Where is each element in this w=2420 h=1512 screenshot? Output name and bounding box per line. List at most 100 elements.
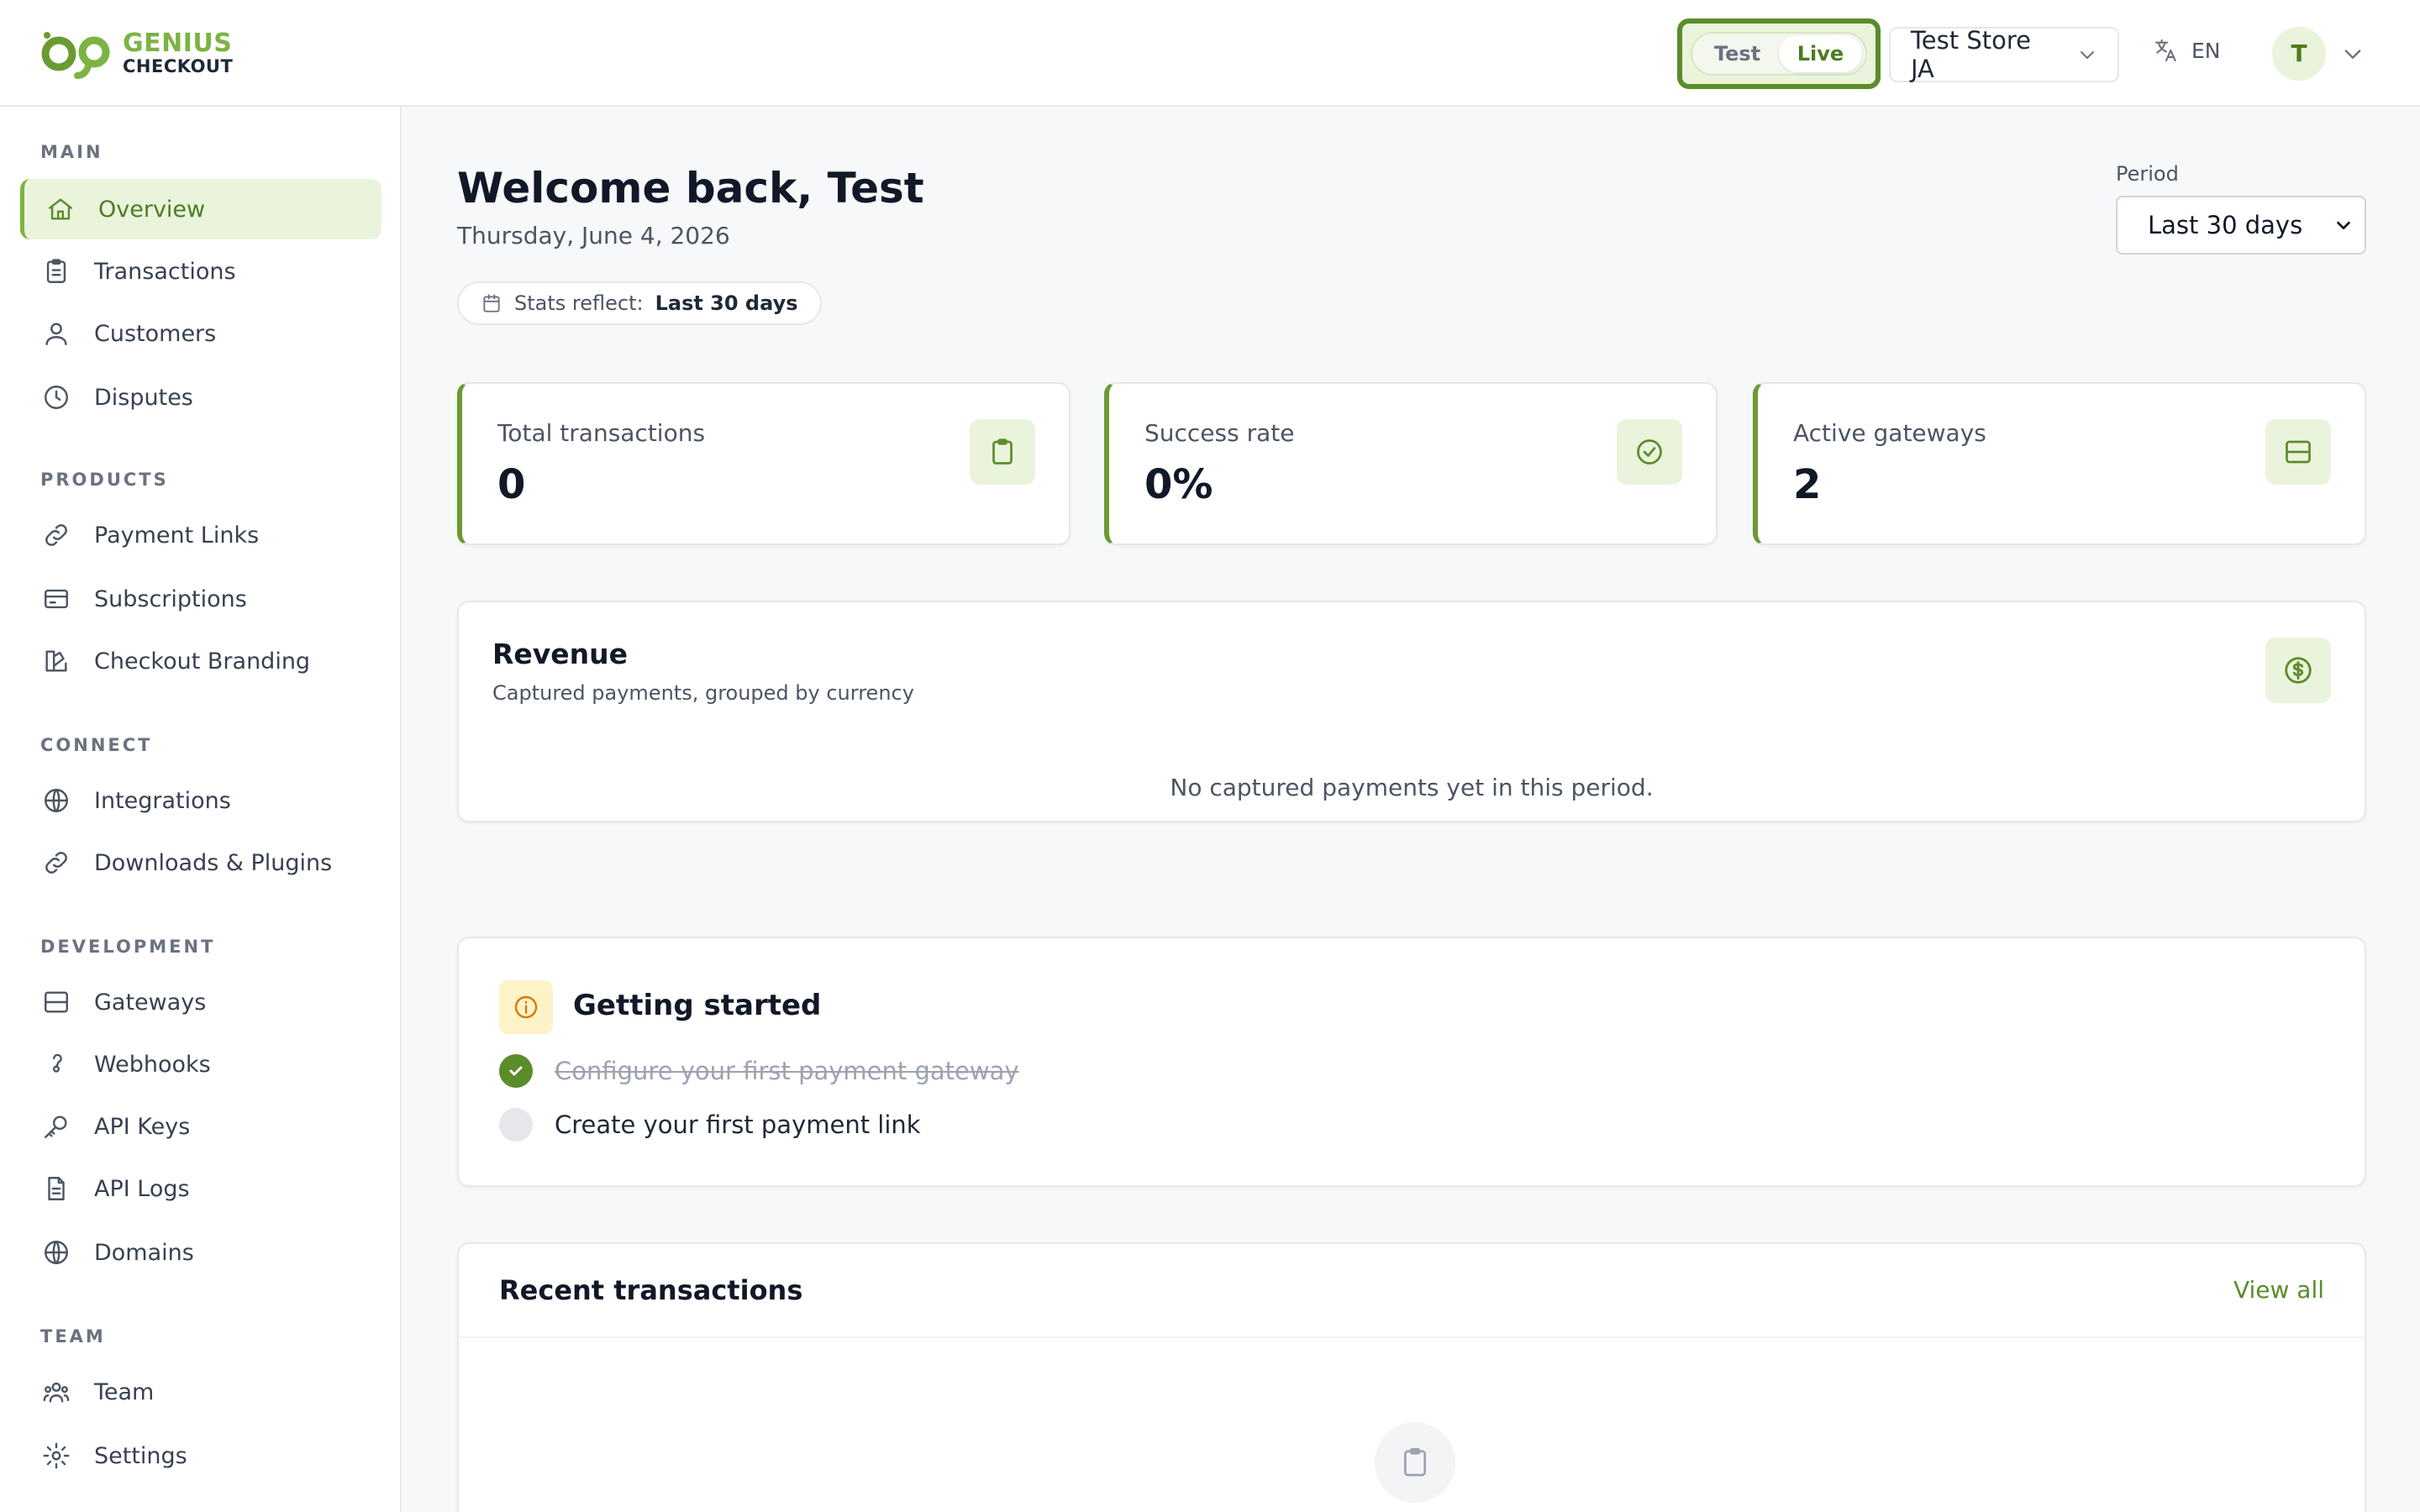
sidebar: MAIN Overview Transactions Customers Dis… xyxy=(0,107,402,1512)
mode-toggle[interactable]: Test Live xyxy=(1691,32,1867,76)
stat-label: Active gateways xyxy=(1793,419,1986,447)
stat-value: 2 xyxy=(1793,461,1822,508)
check-icon xyxy=(509,1066,523,1076)
sidebar-item-disputes[interactable]: Disputes xyxy=(20,367,381,428)
main-content: Welcome back, Test Thursday, June 4, 202… xyxy=(402,107,2420,1512)
stats-pill-prefix: Stats reflect: xyxy=(514,291,644,315)
info-icon xyxy=(514,995,538,1019)
revenue-card: Revenue Captured payments, grouped by cu… xyxy=(457,601,2366,822)
webhook-icon xyxy=(52,1053,62,1073)
view-all-link[interactable]: View all xyxy=(2233,1276,2324,1304)
calendar-icon xyxy=(483,294,500,312)
mode-toggle-wrapper: Test Live xyxy=(1677,18,1881,89)
user-avatar[interactable]: T xyxy=(2272,27,2326,81)
stat-value: 0 xyxy=(497,461,526,508)
link-icon xyxy=(45,852,67,874)
stat-value: 0% xyxy=(1144,461,1213,508)
period-select-value: Last 30 days xyxy=(2148,211,2303,239)
sidebar-item-gateways[interactable]: Gateways xyxy=(20,972,381,1032)
sidebar-section-connect: CONNECT xyxy=(40,735,153,755)
sidebar-item-downloads-plugins[interactable]: Downloads & Plugins xyxy=(20,832,381,893)
sidebar-item-payment-links[interactable]: Payment Links xyxy=(20,505,381,565)
revenue-empty-message: No captured payments yet in this period. xyxy=(1170,774,1654,801)
sidebar-item-webhooks[interactable]: Webhooks xyxy=(20,1034,381,1095)
sidebar-section-team: TEAM xyxy=(40,1326,106,1347)
stats-period-badge: Stats reflect: Last 30 days xyxy=(457,281,822,325)
step-label: Configure your first payment gateway xyxy=(555,1057,1019,1085)
sidebar-item-label: Webhooks xyxy=(94,1051,211,1078)
period-select[interactable]: Last 30 days xyxy=(2116,196,2366,255)
sidebar-item-label: Overview xyxy=(98,196,206,223)
sidebar-item-subscriptions[interactable]: Subscriptions xyxy=(20,569,381,629)
palette-icon xyxy=(45,650,67,672)
divider xyxy=(459,1336,2365,1338)
mode-option-live[interactable]: Live xyxy=(1779,35,1862,72)
sidebar-item-label: Payment Links xyxy=(94,522,260,549)
revenue-subtitle: Captured payments, grouped by currency xyxy=(492,681,914,705)
sidebar-item-integrations[interactable]: Integrations xyxy=(20,770,381,831)
clipboard-icon xyxy=(1404,1447,1426,1477)
sidebar-item-api-logs[interactable]: API Logs xyxy=(20,1158,381,1219)
getting-started-step[interactable]: Configure your first payment gateway xyxy=(499,1054,1019,1088)
sidebar-item-overview[interactable]: Overview xyxy=(20,179,381,239)
sidebar-item-customers[interactable]: Customers xyxy=(20,303,381,364)
language-label: EN xyxy=(2191,38,2221,63)
recent-transactions-title: Recent transactions xyxy=(499,1274,803,1306)
card-icon xyxy=(45,589,68,609)
chevron-down-icon xyxy=(2081,51,2095,59)
chevron-down-icon xyxy=(2337,221,2350,230)
sidebar-item-label: Subscriptions xyxy=(94,585,247,612)
sidebar-item-checkout-branding[interactable]: Checkout Branding xyxy=(20,631,381,691)
server-icon xyxy=(2286,440,2311,464)
getting-started-step[interactable]: Create your first payment link xyxy=(499,1108,921,1142)
sidebar-item-label: API Logs xyxy=(94,1175,190,1202)
language-selector[interactable]: EN xyxy=(2153,37,2221,64)
globe-icon xyxy=(45,789,68,812)
file-icon xyxy=(48,1177,65,1200)
key-icon xyxy=(45,1116,67,1138)
recent-transactions-card: Recent transactions View all xyxy=(457,1242,2366,1512)
sidebar-item-team[interactable]: Team xyxy=(20,1362,381,1422)
team-icon xyxy=(43,1382,70,1403)
sidebar-item-label: Gateways xyxy=(94,989,207,1016)
current-date: Thursday, June 4, 2026 xyxy=(457,222,730,249)
clipboard-icon xyxy=(992,438,1013,465)
dollar-icon xyxy=(2285,657,2312,684)
sidebar-item-label: Disputes xyxy=(94,384,193,411)
sidebar-item-api-keys[interactable]: API Keys xyxy=(20,1096,381,1157)
server-icon xyxy=(45,991,68,1013)
clock-icon xyxy=(45,386,68,409)
logo[interactable]: GENIUS CHECKOUT xyxy=(40,27,233,79)
home-icon xyxy=(49,198,72,220)
logo-text-genius: GENIUS xyxy=(123,28,233,58)
store-selector-label: Test Store JA xyxy=(1911,26,2031,83)
revenue-title: Revenue xyxy=(492,638,629,670)
sidebar-item-label: Downloads & Plugins xyxy=(94,849,333,876)
mode-option-test[interactable]: Test xyxy=(1696,35,1779,72)
gear-icon xyxy=(43,1442,70,1469)
link-icon xyxy=(45,524,67,546)
sidebar-item-transactions[interactable]: Transactions xyxy=(20,241,381,302)
store-selector[interactable]: Test Store JA xyxy=(1889,26,2119,83)
sidebar-item-label: API Keys xyxy=(94,1113,191,1140)
step-label: Create your first payment link xyxy=(555,1110,921,1139)
sidebar-item-settings[interactable]: Settings xyxy=(20,1425,381,1486)
page-title: Welcome back, Test xyxy=(457,164,924,213)
sidebar-section-main: MAIN xyxy=(40,142,103,162)
sidebar-item-label: Transactions xyxy=(94,258,236,285)
pending-step-indicator xyxy=(499,1108,533,1142)
getting-started-card: Getting started Configure your first pay… xyxy=(457,937,2366,1187)
sidebar-section-products: PRODUCTS xyxy=(40,470,169,490)
sidebar-item-label: Settings xyxy=(94,1442,187,1469)
translate-icon xyxy=(2154,39,2176,62)
stat-label: Success rate xyxy=(1144,419,1295,447)
sidebar-section-development: DEVELOPMENT xyxy=(40,937,216,957)
stat-card-active-gateways: Active gateways 2 xyxy=(1753,382,2366,545)
stats-pill-value: Last 30 days xyxy=(655,291,798,315)
top-header: GENIUS CHECKOUT Test Live Test Store JA … xyxy=(0,0,2420,107)
stat-label: Total transactions xyxy=(497,419,706,447)
sidebar-item-label: Checkout Branding xyxy=(94,648,311,675)
sidebar-item-label: Integrations xyxy=(94,787,231,814)
chevron-down-icon[interactable] xyxy=(2341,42,2365,66)
sidebar-item-domains[interactable]: Domains xyxy=(20,1222,381,1283)
